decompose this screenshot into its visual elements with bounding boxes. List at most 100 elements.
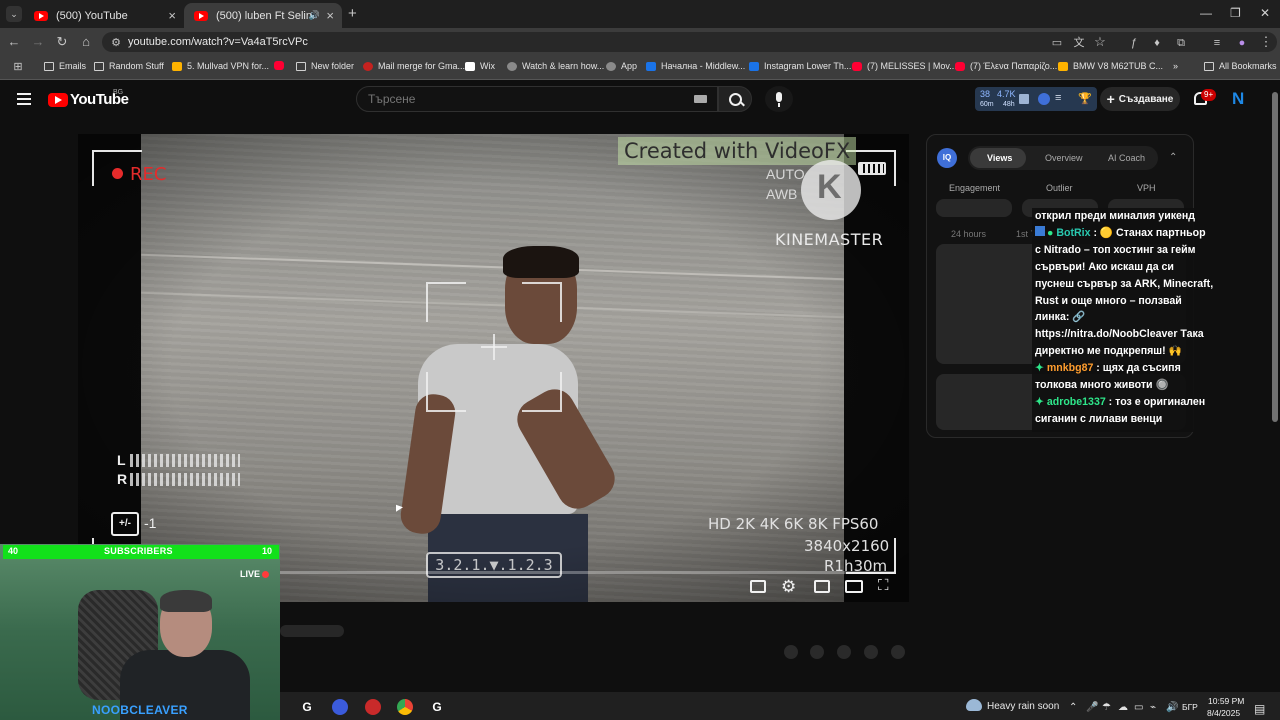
weather-text[interactable]: Heavy rain soon bbox=[987, 701, 1059, 712]
auto-label: AUTO bbox=[766, 166, 805, 182]
create-button[interactable]: + Създаване bbox=[1100, 87, 1180, 111]
search-input[interactable] bbox=[368, 92, 668, 106]
captions-icon[interactable] bbox=[750, 580, 766, 593]
forward-icon[interactable]: → bbox=[30, 34, 46, 50]
tab-search-button[interactable]: ⌄ bbox=[6, 6, 22, 22]
language-indicator[interactable]: БГР bbox=[1182, 702, 1198, 712]
bookmark-item[interactable]: (7) Έλενα Παπαρίζο... bbox=[955, 61, 1057, 71]
profile-icon[interactable]: ● bbox=[1234, 35, 1250, 51]
tray-chevron-icon[interactable]: ⌃ bbox=[1069, 702, 1077, 713]
bookmark-item[interactable]: Instagram Lower Th... bbox=[749, 61, 851, 71]
home-icon[interactable]: ⌂ bbox=[78, 34, 94, 50]
avatar[interactable]: N bbox=[1232, 90, 1248, 108]
restore-button[interactable]: ❐ bbox=[1230, 6, 1241, 20]
browser-tab-video[interactable]: (500) luben Ft Selina Mix N 🔊 × bbox=[184, 3, 342, 28]
bookmark-item[interactable] bbox=[274, 61, 289, 70]
bookmark-item[interactable]: Watch & learn how... bbox=[507, 61, 604, 71]
tray-icon[interactable]: ⌁ bbox=[1150, 702, 1156, 713]
trophy-icon[interactable]: 🏆 bbox=[1078, 92, 1092, 105]
chat-message: ✦ adrobe1337 : тоз е оригинален сиганин … bbox=[1032, 394, 1214, 428]
bookmark-favicon-icon bbox=[1058, 61, 1068, 71]
battery-icon bbox=[858, 162, 886, 175]
volume-icon[interactable]: 🔊 bbox=[1166, 702, 1178, 713]
bookmark-item[interactable]: (7) MELISSES | Mov... bbox=[852, 61, 957, 71]
back-icon[interactable]: ← bbox=[6, 34, 22, 50]
app-icon[interactable] bbox=[332, 699, 348, 715]
keyboard-icon[interactable] bbox=[694, 95, 707, 103]
video-player[interactable]: REC Created with VideoFX AUTO AWB K KINEM… bbox=[78, 134, 909, 602]
bookmark-star-icon[interactable]: ☆ bbox=[1092, 34, 1108, 50]
close-tab-icon[interactable]: × bbox=[168, 8, 176, 23]
tray-icon[interactable]: ☂ bbox=[1102, 702, 1111, 713]
bookmark-item[interactable]: Emails bbox=[44, 61, 86, 71]
bookmark-item[interactable]: New folder bbox=[296, 61, 354, 71]
app-icon[interactable]: G bbox=[299, 699, 315, 715]
exposure-value: -1 bbox=[144, 515, 157, 531]
miniplayer-icon[interactable] bbox=[814, 580, 830, 593]
url-text[interactable]: youtube.com/watch?v=Va4aT5rcVPc bbox=[128, 36, 308, 48]
browser-tab-youtube[interactable]: (500) YouTube × bbox=[24, 3, 184, 28]
bookmark-item[interactable]: Mail merge for Gma... bbox=[363, 61, 465, 71]
clock-date[interactable]: 8/4/2025 bbox=[1207, 708, 1240, 718]
youtube-logo-icon[interactable] bbox=[48, 93, 68, 107]
bookmark-item[interactable]: App bbox=[606, 61, 637, 71]
mic-tray-icon[interactable]: 🎤 bbox=[1086, 702, 1098, 713]
fullscreen-icon[interactable]: ⛶ bbox=[878, 577, 889, 594]
all-bookmarks-folder[interactable]: All Bookmarks bbox=[1204, 61, 1277, 71]
minimize-button[interactable]: — bbox=[1200, 6, 1212, 20]
settings-gear-icon[interactable]: ⚙ bbox=[781, 577, 796, 597]
app-icon[interactable] bbox=[365, 699, 381, 715]
reload-icon[interactable]: ↻ bbox=[54, 34, 70, 50]
apps-grid-icon[interactable]: ⊞ bbox=[10, 59, 26, 75]
tab-ai-coach[interactable]: AI Coach bbox=[1108, 153, 1145, 163]
voice-search-button[interactable] bbox=[765, 86, 793, 112]
folder-icon bbox=[296, 61, 306, 71]
tab-title: (500) luben Ft Selina Mix N bbox=[216, 9, 314, 22]
chrome-taskbar-icon[interactable] bbox=[397, 699, 413, 715]
extension-icon[interactable]: ♦ bbox=[1149, 35, 1165, 51]
bookmark-item[interactable]: 5. Mullvad VPN for... bbox=[172, 61, 269, 71]
close-window-button[interactable]: ✕ bbox=[1260, 6, 1270, 20]
bookmark-favicon-icon bbox=[646, 61, 656, 71]
close-tab-icon[interactable]: × bbox=[326, 8, 334, 23]
bookmark-item[interactable]: Random Stuff bbox=[94, 61, 164, 71]
extensions-puzzle-icon[interactable]: ⧉ bbox=[1173, 35, 1189, 51]
theater-mode-icon[interactable] bbox=[845, 580, 863, 593]
bookmark-label: Watch & learn how... bbox=[522, 61, 605, 71]
bookmark-item[interactable]: Wix bbox=[465, 61, 495, 71]
more-bookmarks-icon[interactable]: » bbox=[1173, 61, 1178, 71]
bookmark-favicon-icon bbox=[507, 61, 517, 71]
collapse-chevron-icon[interactable]: ⌃ bbox=[1169, 152, 1177, 163]
clock-time[interactable]: 10:59 PM bbox=[1208, 696, 1244, 706]
extension-icon[interactable]: ƒ bbox=[1126, 35, 1142, 51]
hamburger-menu-icon[interactable] bbox=[17, 93, 31, 105]
search-button[interactable] bbox=[718, 86, 752, 112]
translate-icon[interactable]: 文 bbox=[1071, 35, 1087, 51]
stat-label: 60m bbox=[980, 101, 994, 108]
loading-dot bbox=[864, 645, 878, 659]
list-icon[interactable]: ≡ bbox=[1055, 92, 1061, 104]
tab-views[interactable]: Views bbox=[987, 153, 1012, 163]
table-icon[interactable] bbox=[1019, 94, 1029, 104]
iq-icon[interactable] bbox=[1038, 93, 1050, 105]
speaker-icon[interactable]: 🔊 bbox=[309, 10, 320, 21]
chat-message: ✦ mnkbg87 : щях да съсипя толкова много … bbox=[1032, 360, 1214, 394]
chat-message: открил преди миналия уикенд bbox=[1032, 208, 1214, 225]
notification-center-icon[interactable]: ▤ bbox=[1254, 702, 1265, 716]
bookmark-item[interactable]: Начална - Middlew... bbox=[646, 61, 745, 71]
tray-icon[interactable]: ☁ bbox=[1118, 702, 1128, 713]
page-scrollbar[interactable] bbox=[1272, 92, 1278, 422]
bookmark-label: Instagram Lower Th... bbox=[764, 61, 852, 71]
cast-icon[interactable]: ▭ bbox=[1049, 35, 1065, 51]
site-info-icon[interactable]: ⚙ bbox=[108, 35, 124, 51]
reading-list-icon[interactable]: ≡ bbox=[1209, 35, 1225, 51]
tray-icon[interactable]: ▭ bbox=[1134, 702, 1143, 713]
weather-rain-icon[interactable] bbox=[966, 699, 982, 711]
bookmark-item[interactable]: BMW V8 M62TUB C... bbox=[1058, 61, 1163, 71]
app-icon[interactable]: G bbox=[429, 699, 445, 715]
new-tab-button[interactable]: + bbox=[348, 5, 357, 22]
bookmark-label: Wix bbox=[480, 61, 495, 71]
kebab-menu-icon[interactable]: ⋮ bbox=[1258, 34, 1274, 50]
stream-chat-overlay: открил преди миналия уикенд ● BotRix : 🟡… bbox=[1032, 208, 1214, 432]
tab-overview[interactable]: Overview bbox=[1045, 153, 1083, 163]
